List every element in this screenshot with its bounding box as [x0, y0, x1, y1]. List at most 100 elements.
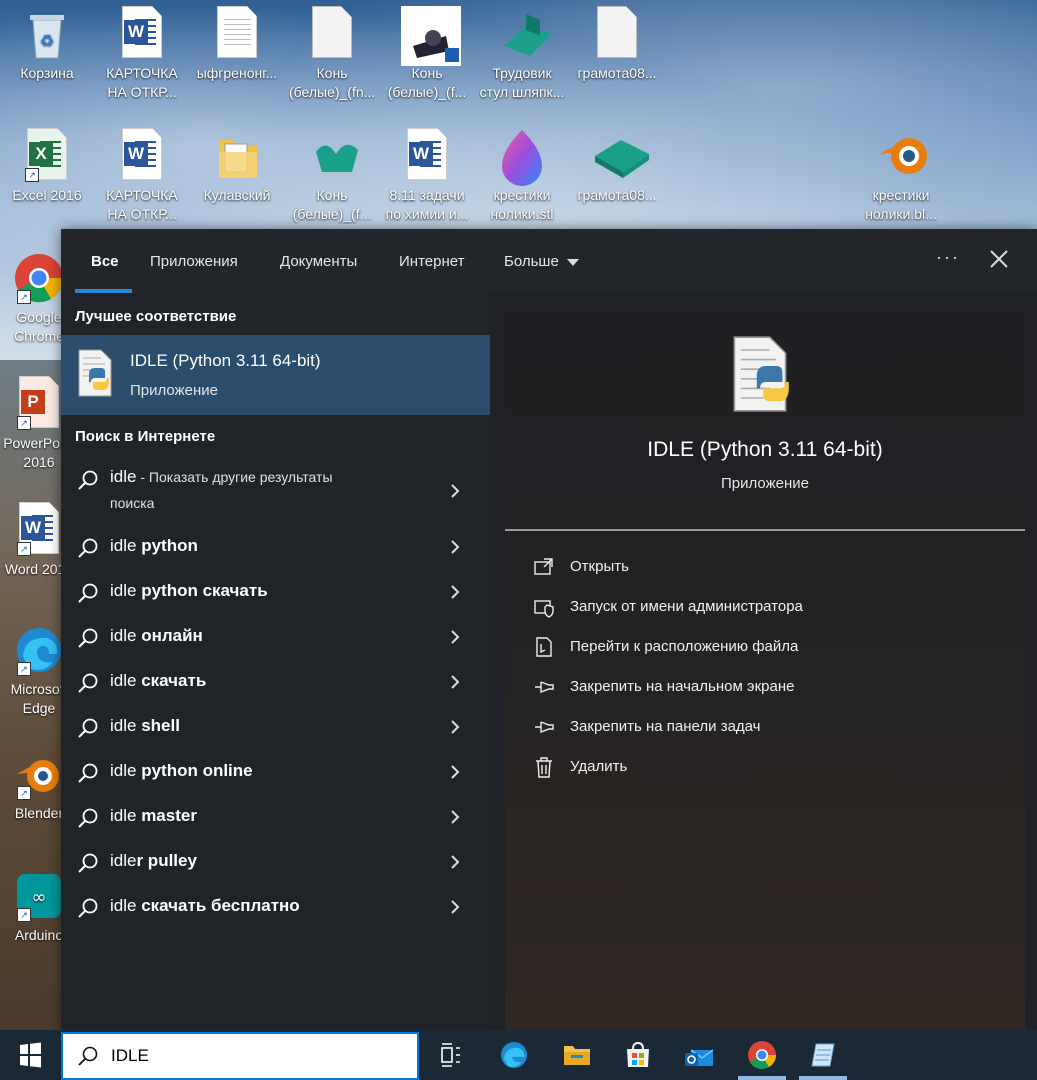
web-result-label: idle - Показать другие результаты поиска	[110, 464, 390, 516]
detail-app-type: Приложение	[721, 475, 809, 492]
web-result[interactable]: idle скачать бесплатно	[61, 885, 490, 930]
search-flyout: Все Приложения Документы Интернет Больше…	[61, 229, 1037, 1030]
task-view-icon[interactable]	[434, 1038, 468, 1072]
windows-start-icon[interactable]	[0, 1030, 60, 1080]
result-plain: idle	[110, 806, 142, 825]
desktop-icon-word-doc3[interactable]: W 8.11 задачи по химии и...	[384, 128, 470, 224]
chrome-icon[interactable]	[745, 1038, 779, 1072]
search-icon	[78, 808, 98, 828]
web-result[interactable]: idle shell	[61, 705, 490, 750]
tab-apps[interactable]: Приложения	[150, 253, 238, 270]
tab-internet[interactable]: Интернет	[399, 253, 464, 270]
action-label: Закрепить на начальном экране	[570, 678, 795, 695]
web-result-label: idle master	[110, 806, 197, 826]
shortcut-arrow-icon: ↗	[17, 786, 31, 800]
tab-more[interactable]: Больше	[504, 253, 579, 270]
search-tabs: Все Приложения Документы Интернет Больше…	[61, 229, 1037, 293]
svg-text:♻: ♻	[40, 33, 54, 50]
desktop-icon-3d-plate[interactable]: грамота08...	[574, 128, 660, 205]
more-options-icon[interactable]: ···	[936, 247, 960, 268]
desktop-icon-stl[interactable]: крестики нолики.stl	[479, 128, 565, 224]
3d-viewer-icon	[496, 128, 548, 186]
best-match-item[interactable]: IDLE (Python 3.11 64-bit) Приложение	[61, 335, 490, 415]
web-result[interactable]: idle онлайн	[61, 615, 490, 660]
tab-all[interactable]: Все	[91, 253, 119, 270]
action-pin-start[interactable]: Закрепить на начальном экране	[533, 674, 1003, 702]
web-result[interactable]: idle python скачать	[61, 570, 490, 615]
action-label: Запуск от имени администратора	[570, 598, 803, 615]
search-icon	[78, 673, 98, 693]
desktop-icon-word-doc[interactable]: W КАРТОЧКА НА ОТКР...	[99, 6, 185, 102]
desktop-icon-blend-file[interactable]: крестики нолики.bl...	[858, 128, 944, 224]
action-label: Открыть	[570, 558, 629, 575]
desktop-icon-recycle-bin[interactable]: ♻ Корзина	[4, 6, 90, 83]
web-result[interactable]: idle python	[61, 525, 490, 570]
chevron-right-icon	[451, 810, 460, 824]
search-icon	[78, 853, 98, 873]
chevron-right-icon	[451, 855, 460, 869]
3d-model-icon	[591, 128, 649, 184]
icon-label: Конь (белые)_(fn...	[289, 65, 375, 100]
web-result[interactable]: idle master	[61, 795, 490, 840]
desktop-icon-text-doc[interactable]: ыфгренонг...	[194, 6, 280, 83]
shortcut-arrow-icon: ↗	[25, 168, 39, 182]
web-result-first[interactable]: idle - Показать другие результаты поиска	[61, 457, 490, 525]
icon-label: 8.11 задачи по химии и...	[385, 187, 469, 222]
icon-label: ыфгренонг...	[196, 65, 278, 81]
desktop-icon-chess-model[interactable]: Конь (белые)_(f...	[384, 6, 470, 102]
desktop-icon-word-doc2[interactable]: W КАРТОЧКА НА ОТКР...	[99, 128, 185, 224]
search-input[interactable]	[109, 1043, 403, 1069]
icon-label: Конь (белые)_(f...	[387, 65, 467, 100]
desktop-icon-chess-model2[interactable]: Конь (белые)_(f...	[289, 128, 375, 224]
result-plain: idle	[110, 716, 142, 735]
notes-app-icon[interactable]	[806, 1038, 840, 1072]
close-icon[interactable]	[987, 247, 1011, 271]
powerpoint-icon: P ↗	[13, 376, 65, 432]
chevron-right-icon	[451, 675, 460, 689]
web-result[interactable]: idler pulley	[61, 840, 490, 885]
edge-icon[interactable]	[497, 1038, 531, 1072]
icon-label: Трудовик стул шляпк...	[479, 65, 565, 100]
desktop-icon-3d-stool[interactable]: Трудовик стул шляпк...	[479, 6, 565, 102]
chevron-right-icon	[451, 484, 460, 498]
chevron-down-icon	[566, 258, 579, 266]
python-file-icon	[78, 349, 112, 397]
action-label: Удалить	[570, 758, 628, 775]
web-result[interactable]: idle скачать	[61, 660, 490, 705]
search-icon	[78, 628, 98, 648]
result-bold: python online	[141, 761, 253, 780]
tab-documents[interactable]: Документы	[280, 253, 357, 270]
web-result[interactable]: idle python online	[61, 750, 490, 795]
icon-label: Корзина	[20, 65, 74, 81]
file-explorer-icon[interactable]	[560, 1038, 594, 1072]
word-document-icon: W	[401, 128, 453, 184]
pin-icon	[535, 681, 554, 694]
desktop-icon-file[interactable]: Конь (белые)_(fn...	[289, 6, 375, 102]
result-plain: idle	[110, 851, 137, 870]
blender-icon	[875, 128, 927, 184]
action-uninstall[interactable]: Удалить	[533, 754, 1003, 782]
chevron-right-icon	[451, 720, 460, 734]
action-pin-taskbar[interactable]: Закрепить на панели задач	[533, 714, 1003, 742]
taskbar-search-box[interactable]	[61, 1032, 419, 1080]
blank-file-icon	[591, 6, 643, 62]
chevron-right-icon	[451, 900, 460, 914]
action-open[interactable]: Открыть	[533, 554, 1003, 582]
action-run-as-admin[interactable]: Запуск от имени администратора	[533, 594, 1003, 622]
result-bold: python	[141, 536, 198, 555]
desktop-icon-file2[interactable]: грамота08...	[574, 6, 660, 83]
desktop-icon-folder[interactable]: Кулавский	[194, 128, 280, 205]
desktop-icon-excel[interactable]: X ↗ Excel 2016	[4, 128, 90, 205]
blank-file-icon	[306, 6, 358, 62]
detail-pane: IDLE (Python 3.11 64-bit) Приложение Отк…	[505, 310, 1025, 1030]
3d-model-icon	[306, 128, 358, 184]
result-bold: shell	[141, 716, 180, 735]
microsoft-store-icon[interactable]	[621, 1038, 655, 1072]
active-app-indicator	[738, 1076, 786, 1080]
show-more-text-2: поиска	[110, 495, 155, 511]
3d-model-icon	[496, 6, 552, 62]
action-open-file-location[interactable]: Перейти к расположению файла	[533, 634, 1003, 662]
results-pane: Лучшее соответствие IDLE (Python 3.11 64…	[61, 293, 490, 1030]
icon-label: КАРТОЧКА НА ОТКР...	[106, 187, 178, 222]
outlook-mail-icon[interactable]	[683, 1038, 717, 1072]
